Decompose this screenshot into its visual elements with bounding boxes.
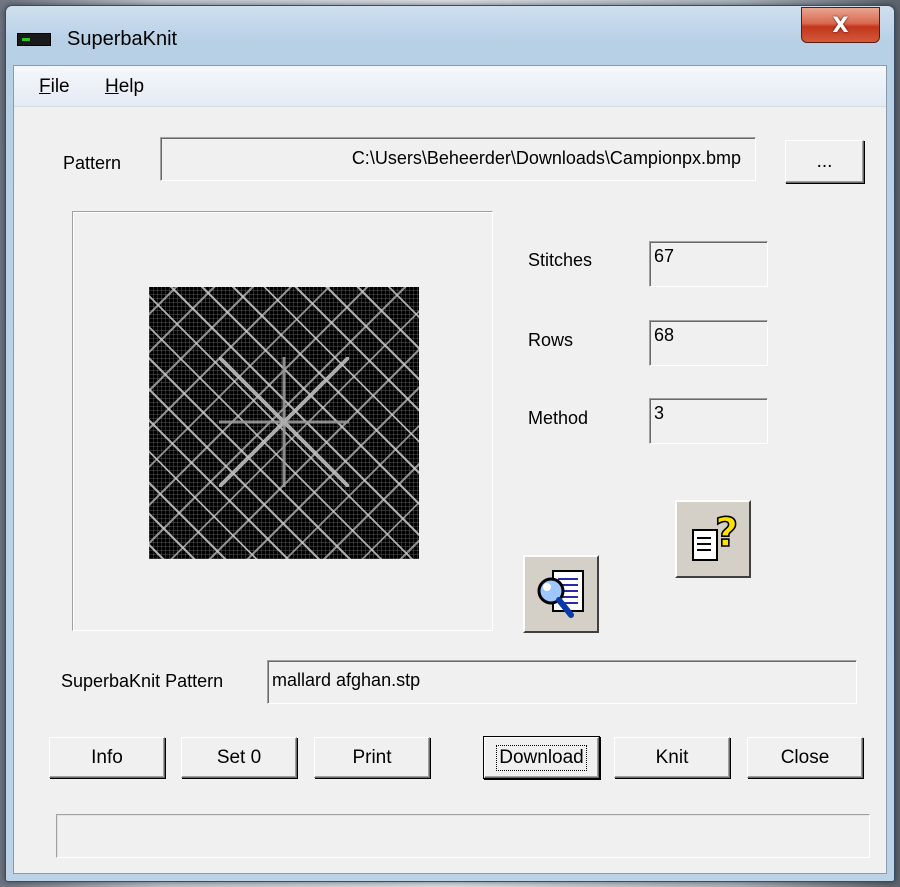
info-button[interactable]: Info: [49, 737, 165, 778]
menu-help-accel: H: [105, 76, 119, 97]
help-icon-button[interactable]: ?: [675, 500, 751, 578]
close-button[interactable]: Close: [747, 737, 863, 778]
set-zero-button-label: Set 0: [216, 746, 262, 768]
window-title: SuperbaKnit: [67, 28, 178, 50]
dialog-client-area: File Help Pattern C:\Users\Beheerder\Dow…: [13, 65, 887, 874]
print-button[interactable]: Print: [314, 737, 430, 778]
menu-help-label: elp: [118, 76, 145, 97]
menu-help[interactable]: Help: [105, 76, 144, 98]
method-label: Method: [528, 408, 589, 428]
method-field: 3: [649, 398, 768, 444]
set-zero-button[interactable]: Set 0: [181, 737, 297, 778]
browse-button[interactable]: ...: [785, 140, 864, 183]
rows-label: Rows: [528, 330, 574, 350]
title-bar[interactable]: SuperbaKnit X: [6, 6, 894, 64]
download-button[interactable]: Download: [484, 737, 599, 778]
stitches-field: 67: [649, 241, 768, 287]
status-bar: [56, 814, 870, 858]
question-document-icon: ?: [692, 509, 739, 561]
pattern-preview-center-motif: [219, 357, 349, 487]
menu-file-accel: F: [39, 76, 51, 97]
close-button-label: Close: [780, 746, 830, 768]
pattern-preview-frame: [72, 211, 493, 631]
info-button-label: Info: [91, 746, 123, 768]
print-button-label: Print: [352, 746, 392, 768]
view-pattern-icon-button[interactable]: [523, 555, 599, 633]
rows-field: 68: [649, 320, 768, 366]
help-question-glyph: ?: [715, 510, 738, 556]
knit-button[interactable]: Knit: [614, 737, 730, 778]
menu-bar: File Help: [14, 66, 886, 107]
app-window: SuperbaKnit X File Help Pattern C:\Users…: [5, 5, 895, 882]
menu-file[interactable]: File: [39, 76, 70, 98]
menu-file-label: ile: [50, 76, 70, 97]
window-close-button[interactable]: X: [801, 7, 880, 43]
stitches-label: Stitches: [528, 250, 593, 270]
close-icon: X: [832, 13, 849, 37]
knit-button-label: Knit: [655, 746, 689, 768]
magnifier-document-icon: [537, 570, 584, 618]
superbaknit-pattern-label: SuperbaKnit Pattern: [61, 671, 224, 691]
pattern-path-field[interactable]: C:\Users\Beheerder\Downloads\Campionpx.b…: [160, 137, 756, 181]
pattern-preview-image: [149, 287, 419, 559]
app-icon[interactable]: [17, 33, 51, 46]
superbaknit-pattern-field[interactable]: mallard afghan.stp: [267, 660, 857, 704]
download-button-label: Download: [496, 744, 587, 771]
pattern-label: Pattern: [63, 153, 122, 173]
browse-button-label: ...: [816, 150, 833, 172]
